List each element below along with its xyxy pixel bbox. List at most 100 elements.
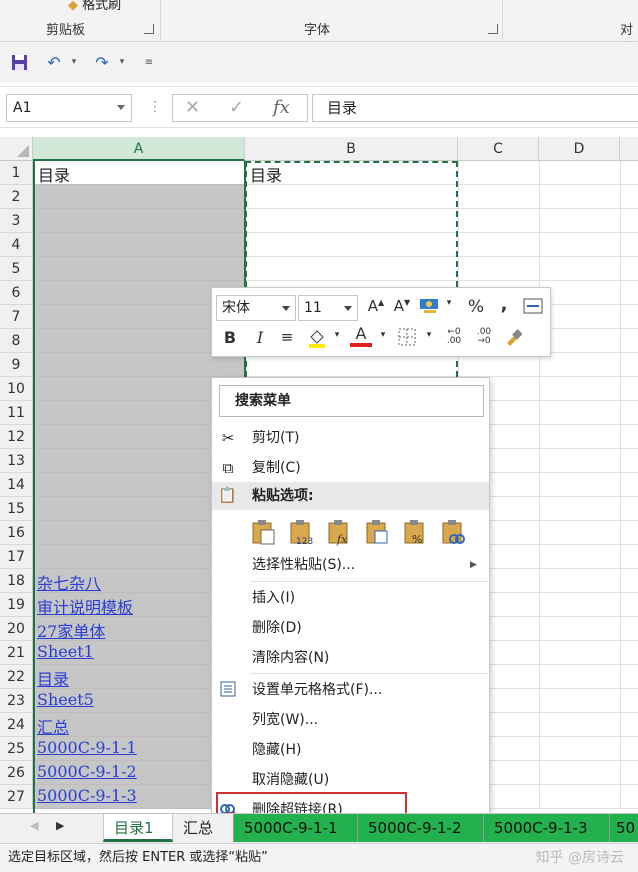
- row-header[interactable]: 14: [0, 473, 33, 497]
- row-header[interactable]: 4: [0, 233, 33, 257]
- row-header[interactable]: 11: [0, 401, 33, 425]
- percent-button[interactable]: %: [466, 297, 486, 317]
- insert-function-button[interactable]: fx: [273, 97, 290, 118]
- font-color-button[interactable]: A: [350, 326, 372, 347]
- chevron-down-icon[interactable]: [117, 105, 125, 110]
- customize-icon: ≡: [144, 56, 154, 68]
- sheet-tab-5[interactable]: 50: [609, 814, 638, 842]
- row-header[interactable]: 17: [0, 545, 33, 569]
- menu-item-format-cells[interactable]: 设置单元格格式(F)...: [212, 675, 489, 705]
- row-header[interactable]: 8: [0, 329, 33, 353]
- italic-button[interactable]: I: [250, 328, 270, 347]
- column-header-e[interactable]: [620, 137, 638, 161]
- row-header[interactable]: 3: [0, 209, 33, 233]
- comma-button[interactable]: ,: [496, 294, 512, 315]
- cancel-icon[interactable]: ✕: [185, 97, 200, 118]
- borders-button[interactable]: [396, 328, 418, 350]
- row-header[interactable]: 19: [0, 593, 33, 617]
- sheet-tab-0[interactable]: 目录1: [103, 814, 173, 842]
- row-header[interactable]: 23: [0, 689, 33, 713]
- font-color-dropdown[interactable]: ▾: [378, 330, 388, 340]
- ribbon: ◆ 格式刷 剪贴板 字体 对齐: [0, 0, 638, 57]
- row-header[interactable]: 25: [0, 737, 33, 761]
- paste-transpose-icon[interactable]: [364, 518, 390, 546]
- paste-formatting-icon[interactable]: %: [402, 518, 428, 546]
- column-header-a[interactable]: A: [33, 137, 245, 161]
- row-header[interactable]: 21: [0, 641, 33, 665]
- row-header[interactable]: 15: [0, 497, 33, 521]
- sheet-tab-1[interactable]: 汇总: [173, 814, 233, 842]
- row-header[interactable]: 9: [0, 353, 33, 377]
- decrease-decimal-icon: .00 →0: [476, 327, 492, 346]
- format-painter-mini-button[interactable]: [502, 328, 524, 350]
- sheet-tab-3[interactable]: 5000C-9-1-2: [357, 814, 483, 842]
- paste-formulas-icon[interactable]: fx: [326, 518, 352, 546]
- search-menu-input[interactable]: 搜索菜单: [219, 385, 484, 417]
- format-painter-button[interactable]: ◆ 格式刷: [68, 0, 121, 13]
- decrease-font-button[interactable]: A▼: [392, 297, 412, 315]
- row-header[interactable]: 6: [0, 281, 33, 305]
- column-header-d[interactable]: D: [539, 137, 620, 161]
- menu-item-unhide[interactable]: 取消隐藏(U): [212, 765, 489, 795]
- tab-scroll-right-icon[interactable]: ▶: [56, 819, 64, 832]
- row-header[interactable]: 16: [0, 521, 33, 545]
- row-header[interactable]: 12: [0, 425, 33, 449]
- undo-button[interactable]: ↶: [42, 50, 66, 74]
- row-header[interactable]: 10: [0, 377, 33, 401]
- svg-text:123: 123: [296, 537, 313, 546]
- bold-button[interactable]: B: [220, 328, 240, 347]
- customize-qat-button[interactable]: ≡: [142, 50, 156, 74]
- clipboard-launcher-icon[interactable]: [144, 24, 154, 34]
- tab-scroll-left-icon[interactable]: ◀: [30, 819, 38, 832]
- increase-decimal-button[interactable]: ←0.00: [442, 328, 466, 346]
- row-header[interactable]: 13: [0, 449, 33, 473]
- menu-item-cut[interactable]: ✂ 剪切(T): [212, 423, 489, 453]
- font-launcher-icon[interactable]: [488, 24, 498, 34]
- row-header[interactable]: 20: [0, 617, 33, 641]
- save-button[interactable]: [8, 50, 30, 74]
- select-all-button[interactable]: [0, 137, 33, 161]
- merge-center-button[interactable]: [522, 297, 544, 319]
- center-align-button[interactable]: ≡: [276, 328, 298, 346]
- menu-item-paste-special[interactable]: 选择性粘贴(S)... ▶: [212, 550, 489, 580]
- chevron-down-icon: ▾: [380, 330, 386, 340]
- row-header[interactable]: 2: [0, 185, 33, 209]
- menu-item-copy[interactable]: ⧉ 复制(C): [212, 453, 489, 483]
- name-box[interactable]: A1: [6, 94, 132, 122]
- sheet-tab-2[interactable]: 5000C-9-1-1: [233, 814, 357, 842]
- row-header[interactable]: 26: [0, 761, 33, 785]
- row-header[interactable]: 27: [0, 785, 33, 809]
- menu-item-column-width[interactable]: 列宽(W)...: [212, 705, 489, 735]
- paste-icon[interactable]: [250, 518, 276, 546]
- paste-values-icon[interactable]: 123: [288, 518, 314, 547]
- column-header-c[interactable]: C: [458, 137, 539, 161]
- font-name-select[interactable]: 宋体: [216, 295, 296, 321]
- paste-link-icon[interactable]: [440, 518, 466, 546]
- fill-color-dropdown[interactable]: ▾: [332, 330, 342, 340]
- decrease-decimal-button[interactable]: .00 →0: [472, 328, 496, 346]
- row-header[interactable]: 18: [0, 569, 33, 593]
- redo-dropdown[interactable]: ▾: [116, 50, 128, 74]
- sheet-tab-4[interactable]: 5000C-9-1-3: [483, 814, 609, 842]
- formula-input[interactable]: 目录: [312, 94, 638, 122]
- row-header[interactable]: 1: [0, 161, 33, 185]
- column-gridline: [539, 161, 540, 809]
- increase-font-button[interactable]: A▲: [366, 297, 386, 315]
- row-header[interactable]: 5: [0, 257, 33, 281]
- row-header[interactable]: 22: [0, 665, 33, 689]
- undo-dropdown[interactable]: ▾: [68, 50, 80, 74]
- menu-item-delete[interactable]: 删除(D): [212, 613, 489, 643]
- row-header[interactable]: 7: [0, 305, 33, 329]
- column-header-b[interactable]: B: [245, 137, 458, 161]
- menu-item-hide[interactable]: 隐藏(H): [212, 735, 489, 765]
- font-size-select[interactable]: 11: [298, 295, 358, 321]
- fill-color-button[interactable]: [306, 328, 328, 352]
- borders-dropdown[interactable]: ▾: [424, 330, 434, 340]
- accounting-dropdown[interactable]: ▾: [444, 298, 454, 308]
- menu-item-insert[interactable]: 插入(I): [212, 583, 489, 613]
- menu-item-clear-contents[interactable]: 清除内容(N): [212, 643, 489, 673]
- accounting-format-button[interactable]: [418, 296, 440, 318]
- enter-icon[interactable]: ✓: [229, 97, 244, 118]
- redo-button[interactable]: ↷: [90, 50, 114, 74]
- row-header[interactable]: 24: [0, 713, 33, 737]
